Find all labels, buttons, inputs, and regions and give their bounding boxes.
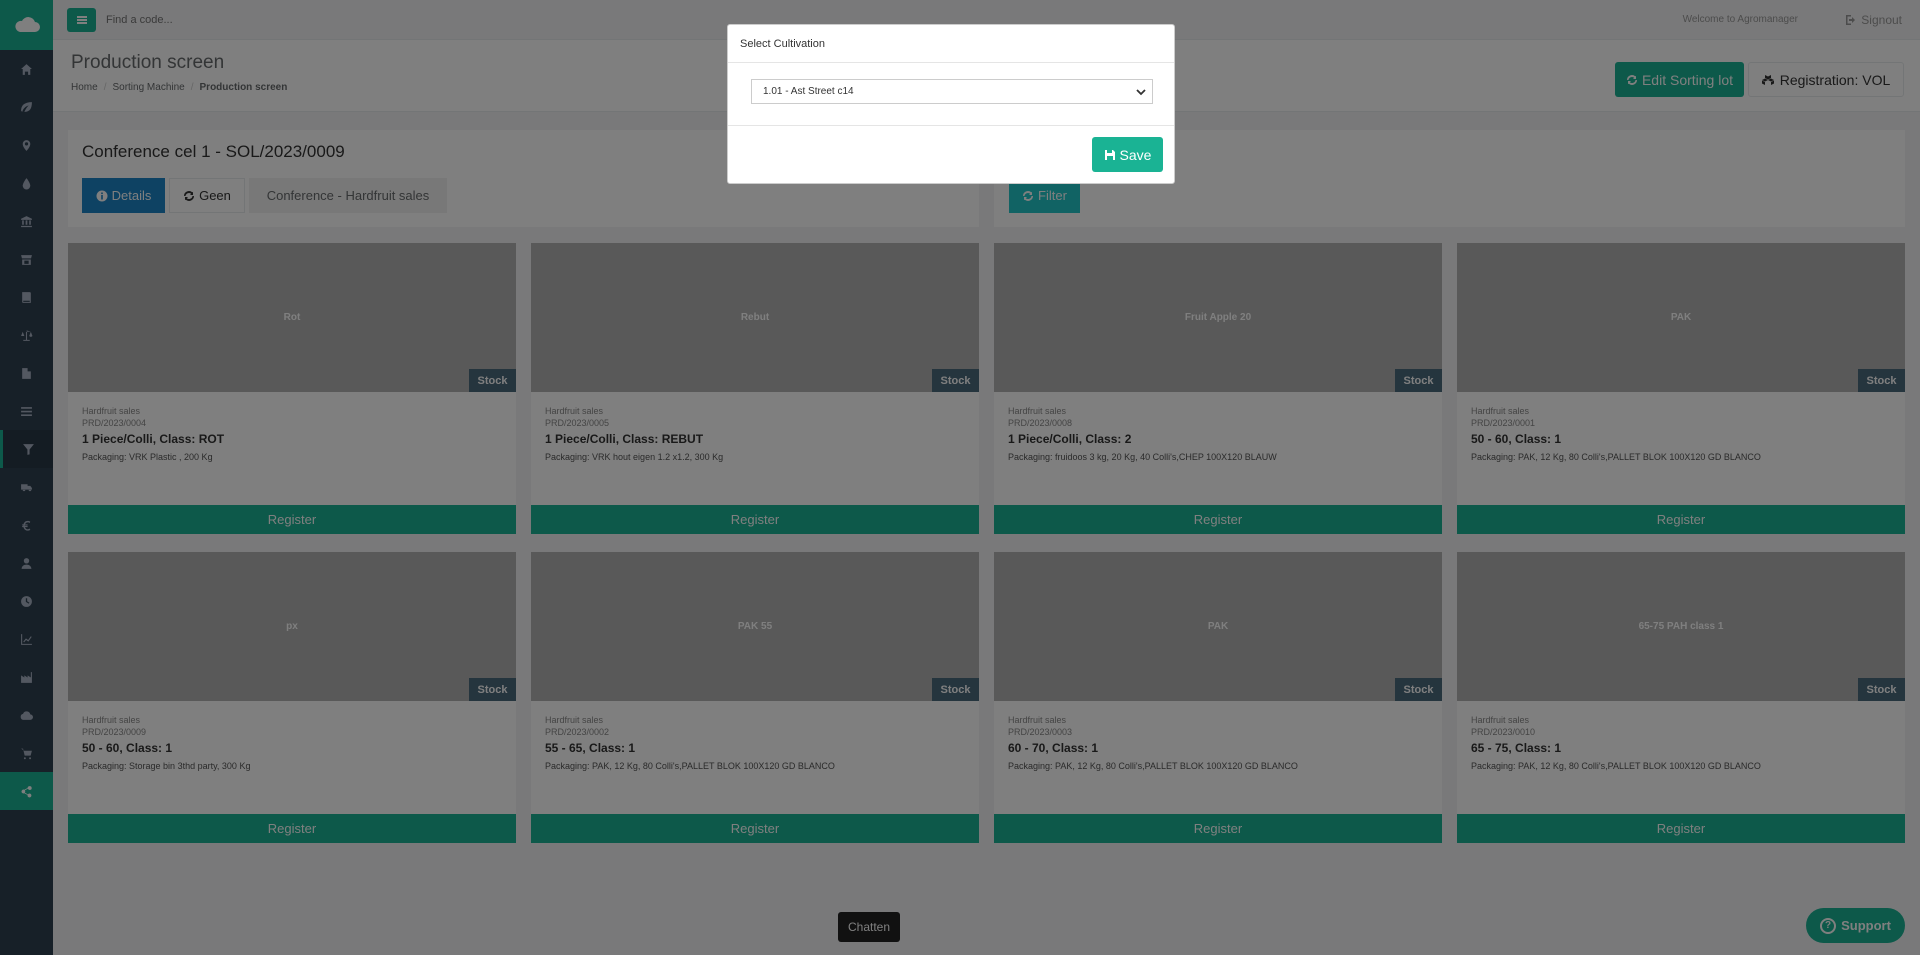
modal-title: Select Cultivation: [740, 38, 825, 50]
modal-divider: [728, 125, 1174, 126]
select-cultivation-modal: Select Cultivation 1.01 - Ast Street c14…: [727, 24, 1175, 184]
cultivation-select-value: 1.01 - Ast Street c14: [763, 86, 854, 97]
save-label: Save: [1119, 146, 1152, 163]
save-button[interactable]: Save: [1092, 137, 1163, 172]
cultivation-select[interactable]: 1.01 - Ast Street c14: [751, 79, 1153, 104]
floppy-disk-icon: [1104, 149, 1115, 160]
modal-divider: [728, 62, 1174, 63]
chevron-down-icon: [1136, 89, 1146, 96]
